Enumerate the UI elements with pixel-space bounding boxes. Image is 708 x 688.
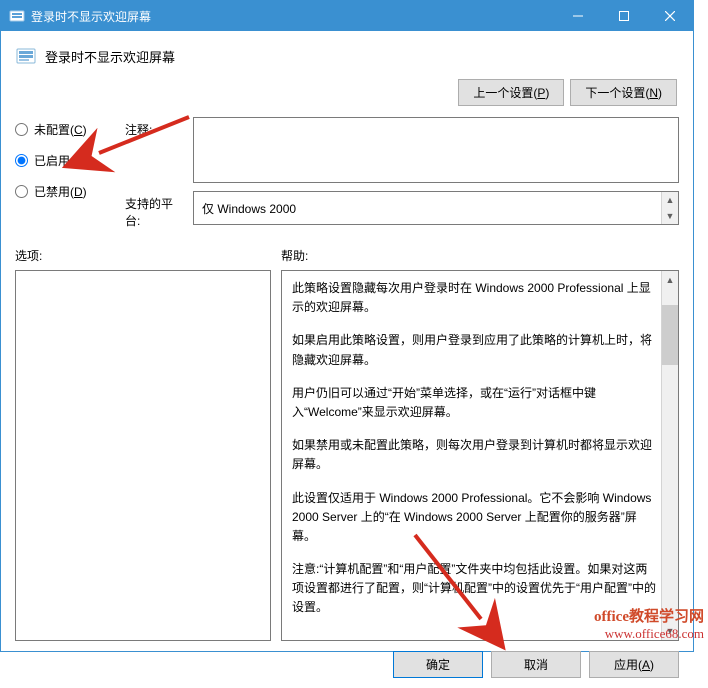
comment-textarea[interactable]: [193, 117, 679, 183]
help-paragraph: 如果禁用或未配置此策略，则每次用户登录到计算机时都将显示欢迎屏幕。: [292, 436, 656, 474]
scroll-down-icon[interactable]: ▼: [662, 623, 678, 640]
ok-button[interactable]: 确定: [393, 651, 483, 678]
apply-button[interactable]: 应用(A): [589, 651, 679, 678]
titlebar-title: 登录时不显示欢迎屏幕: [31, 8, 555, 25]
help-pane: 此策略设置隐藏每次用户登录时在 Windows 2000 Professiona…: [281, 270, 679, 641]
help-paragraph: 此设置仅适用于 Windows 2000 Professional。它不会影响 …: [292, 489, 656, 547]
dialog-content: 登录时不显示欢迎屏幕 上一个设置(P) 下一个设置(N) 未配置(C) 已启用(…: [1, 31, 693, 688]
window-controls: [555, 1, 693, 31]
scroll-up-icon[interactable]: ▲: [662, 271, 678, 288]
help-paragraph: 如果启用此策略设置，则用户登录到应用了此策略的计算机上时，将隐藏欢迎屏幕。: [292, 331, 656, 369]
radio-disabled-input[interactable]: [15, 185, 28, 198]
options-pane: [15, 270, 271, 641]
dialog-footer: 确定 取消 应用(A): [15, 641, 679, 678]
supported-platform-value: 仅 Windows 2000: [202, 200, 296, 217]
next-setting-button[interactable]: 下一个设置(N): [570, 79, 677, 106]
scroll-thumb[interactable]: [662, 305, 678, 365]
radio-not-configured-input[interactable]: [15, 123, 28, 136]
radio-enabled-input[interactable]: [15, 154, 28, 167]
policy-title: 登录时不显示欢迎屏幕: [45, 47, 175, 66]
cancel-button[interactable]: 取消: [491, 651, 581, 678]
nav-buttons: 上一个设置(P) 下一个设置(N): [458, 79, 677, 106]
help-scrollbar[interactable]: ▲ ▼: [661, 271, 678, 640]
platform-label: 支持的平台:: [125, 191, 185, 229]
scroll-down-icon[interactable]: ▼: [662, 208, 678, 224]
comment-label: 注释:: [125, 117, 185, 183]
policy-icon: [15, 45, 37, 67]
previous-setting-button[interactable]: 上一个设置(P): [458, 79, 564, 106]
state-radios: 未配置(C) 已启用(E) 已禁用(D): [15, 117, 115, 229]
radio-enabled[interactable]: 已启用(E): [15, 152, 115, 169]
gpedit-dialog: 登录时不显示欢迎屏幕: [0, 0, 694, 652]
maximize-button[interactable]: [601, 1, 647, 31]
header: 登录时不显示欢迎屏幕: [15, 45, 679, 67]
scroll-up-icon[interactable]: ▲: [662, 192, 678, 208]
titlebar[interactable]: 登录时不显示欢迎屏幕: [1, 1, 693, 31]
radio-disabled[interactable]: 已禁用(D): [15, 183, 115, 200]
platform-scrollbar[interactable]: ▲ ▼: [661, 192, 678, 224]
minimize-button[interactable]: [555, 1, 601, 31]
supported-platform-box: 仅 Windows 2000 ▲ ▼: [193, 191, 679, 225]
help-text: 此策略设置隐藏每次用户登录时在 Windows 2000 Professiona…: [292, 279, 656, 618]
options-label: 选项:: [15, 247, 271, 264]
radio-not-configured[interactable]: 未配置(C): [15, 121, 115, 138]
help-paragraph: 注意:“计算机配置”和“用户配置”文件夹中均包括此设置。如果对这两项设置都进行了…: [292, 560, 656, 618]
help-label: 帮助:: [281, 247, 308, 264]
close-button[interactable]: [647, 1, 693, 31]
help-paragraph: 用户仍旧可以通过“开始”菜单选择，或在“运行”对话框中键入“Welcome”来显…: [292, 384, 656, 422]
help-paragraph: 此策略设置隐藏每次用户登录时在 Windows 2000 Professiona…: [292, 279, 656, 317]
policy-icon: [9, 8, 25, 24]
